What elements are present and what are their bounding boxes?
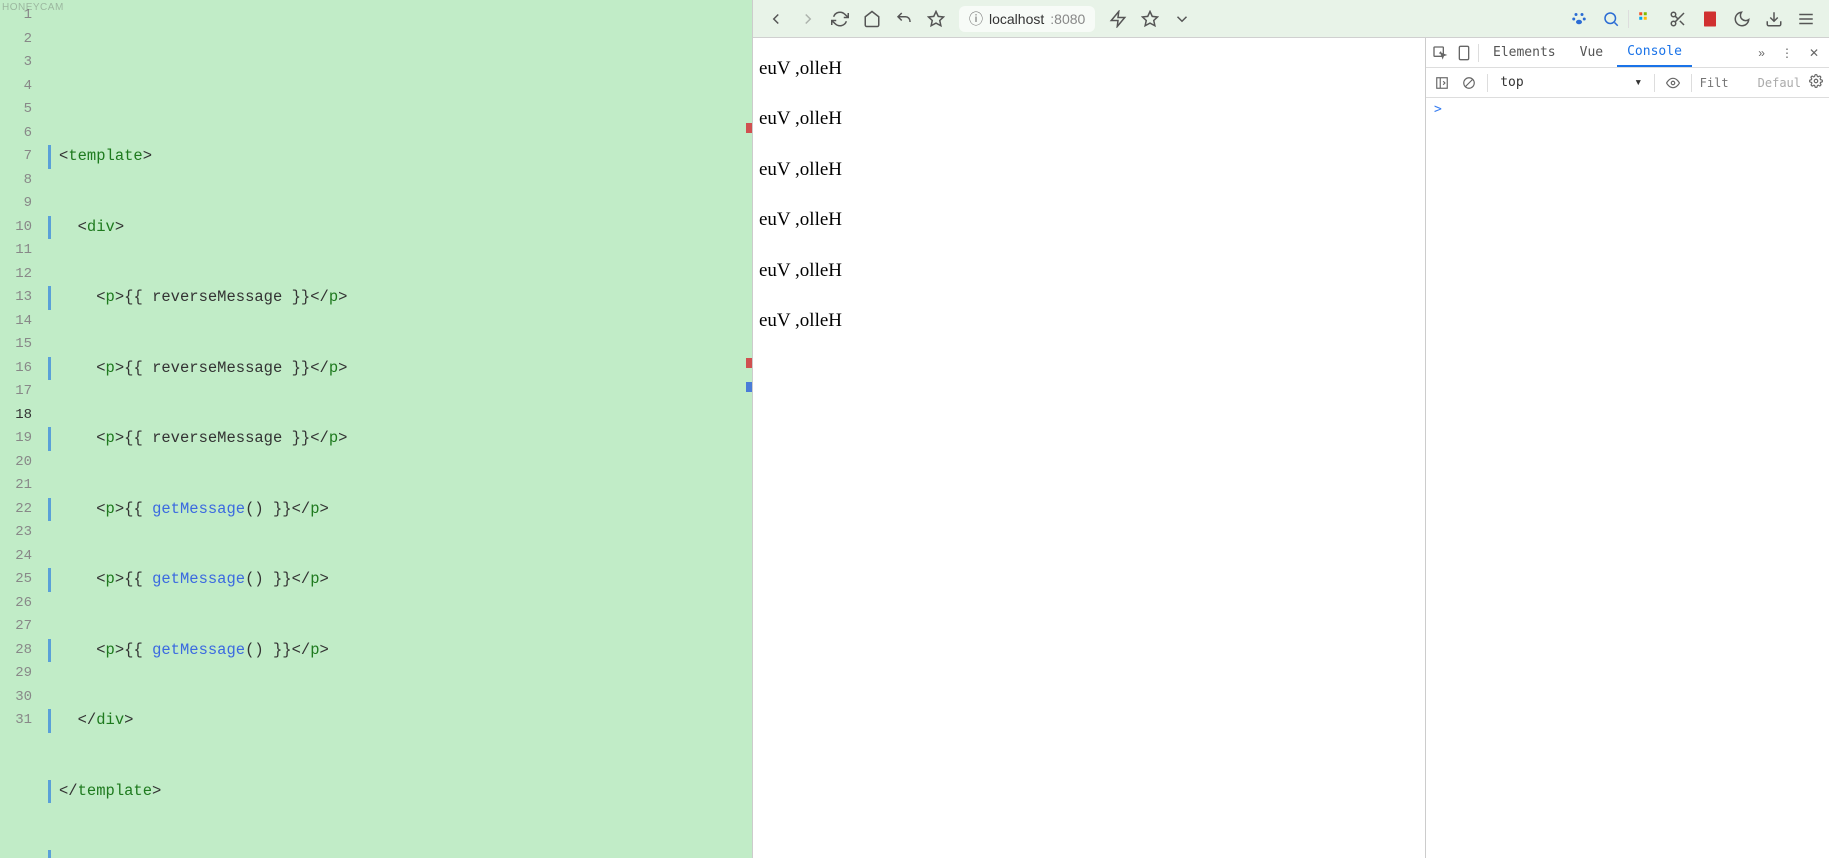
url-port: :8080 (1050, 11, 1085, 27)
separator (1654, 74, 1655, 92)
browser-toolbar: ⓘ localhost :8080 (753, 0, 1829, 38)
pdf-icon[interactable] (1695, 4, 1725, 34)
devtools-close-icon[interactable]: ✕ (1803, 46, 1825, 60)
line-gutter: 1234567891011121314151617181920212223242… (0, 0, 44, 858)
log-level-select[interactable]: Defaul (1758, 76, 1801, 90)
tab-console[interactable]: Console (1617, 38, 1692, 67)
url-bar[interactable]: ⓘ localhost :8080 (959, 6, 1095, 32)
code-editor[interactable]: HONEYCAM 1234567891011121314151617181920… (0, 0, 752, 858)
reload-button[interactable] (825, 4, 855, 34)
live-expression-icon[interactable] (1663, 72, 1683, 94)
separator (1628, 10, 1629, 28)
inspect-icon[interactable] (1430, 43, 1450, 63)
output-line: euV ,olleH (759, 54, 1419, 84)
undo-button[interactable] (889, 4, 919, 34)
change-marker (746, 382, 752, 392)
change-marker (746, 123, 752, 133)
scissors-icon[interactable] (1663, 4, 1693, 34)
bookmark-star-icon[interactable] (1135, 4, 1165, 34)
clear-console-icon[interactable] (1460, 72, 1480, 94)
search-icon[interactable] (1596, 4, 1626, 34)
context-select[interactable]: top▾ (1496, 75, 1646, 90)
more-tabs-icon[interactable]: » (1752, 46, 1771, 60)
extension-paw-icon[interactable] (1564, 4, 1594, 34)
extension-grid-icon[interactable] (1631, 4, 1661, 34)
tab-vue[interactable]: Vue (1570, 39, 1613, 66)
site-info-icon[interactable]: ⓘ (969, 9, 983, 29)
output-line: euV ,olleH (759, 306, 1419, 336)
lightning-icon[interactable] (1103, 4, 1133, 34)
change-marker (746, 358, 752, 368)
output-line: euV ,olleH (759, 104, 1419, 134)
separator (1478, 44, 1479, 62)
forward-button[interactable] (793, 4, 823, 34)
filter-input[interactable] (1700, 76, 1750, 90)
download-icon[interactable] (1759, 4, 1789, 34)
output-line: euV ,olleH (759, 205, 1419, 235)
separator (1691, 74, 1692, 92)
back-button[interactable] (761, 4, 791, 34)
devtools-panel: Elements Vue Console » ⋮ ✕ top▾ Def (1425, 38, 1829, 858)
console-toolbar: top▾ Defaul (1426, 68, 1829, 98)
chevron-down-icon[interactable] (1167, 4, 1197, 34)
browser-pane: ⓘ localhost :8080 euV ,olleH euV ,olleH e… (752, 0, 1829, 858)
console-prompt-icon: > (1434, 102, 1442, 117)
separator (1487, 74, 1488, 92)
console-body[interactable]: > (1426, 98, 1829, 858)
console-sidebar-icon[interactable] (1432, 72, 1452, 94)
dark-mode-icon[interactable] (1727, 4, 1757, 34)
devtools-tabs: Elements Vue Console » ⋮ ✕ (1426, 38, 1829, 68)
output-line: euV ,olleH (759, 155, 1419, 185)
page-output: euV ,olleH euV ,olleH euV ,olleH euV ,ol… (753, 38, 1425, 858)
device-icon[interactable] (1454, 43, 1474, 63)
home-button[interactable] (857, 4, 887, 34)
menu-icon[interactable] (1791, 4, 1821, 34)
tab-elements[interactable]: Elements (1483, 39, 1566, 66)
code-area[interactable]: <template> <div> <p>{{ reverseMessage }}… (44, 0, 752, 858)
favorite-button[interactable] (921, 4, 951, 34)
devtools-kebab-icon[interactable]: ⋮ (1775, 46, 1799, 60)
output-line: euV ,olleH (759, 256, 1419, 286)
url-host: localhost (989, 11, 1044, 27)
console-settings-icon[interactable] (1809, 74, 1823, 91)
